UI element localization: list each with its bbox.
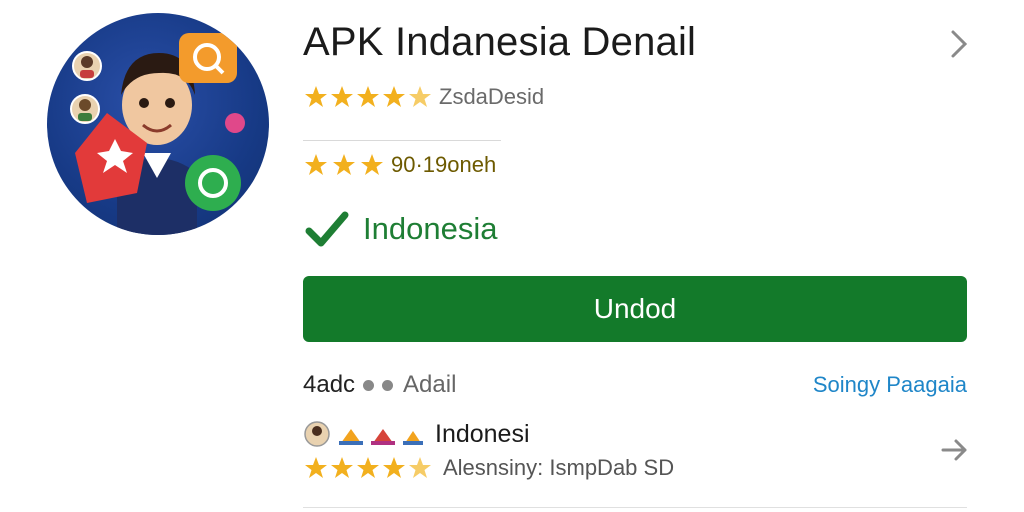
developer-name: Indonesi [435, 419, 530, 448]
developer-page-link[interactable]: Soingy Paagaia [813, 372, 967, 398]
verified-row: Indonesia [305, 209, 497, 249]
divider [303, 507, 967, 508]
app-title: APK Indanesia Denail [303, 20, 697, 64]
app-icon [47, 13, 269, 235]
developer-badges [304, 421, 423, 447]
chevron-right-icon[interactable] [946, 28, 972, 60]
developer-rating-row: Alesnsiny: IsmpDab SD [303, 453, 674, 483]
separator-dot [382, 379, 394, 391]
developer-star-rating [303, 455, 431, 481]
secondary-rating-label: 90·19oneh [391, 152, 497, 177]
verified-label: Indonesia [363, 211, 498, 246]
chevron-right-icon[interactable] [940, 436, 970, 464]
developer-row[interactable]: Indonesi [303, 418, 530, 450]
rating-row: ZsdaDesid [303, 84, 544, 110]
divider [303, 140, 501, 141]
check-icon [305, 211, 349, 247]
meta-detail: Adail [403, 371, 457, 398]
separator-dot [363, 379, 375, 391]
rating-label: ZsdaDesid [439, 84, 545, 109]
developer-rating-label: Alesnsiny: IsmpDab SD [443, 455, 675, 480]
meta-count: 4adc [303, 371, 356, 398]
install-button[interactable]: Undod [303, 276, 967, 342]
secondary-star-rating [303, 152, 387, 178]
secondary-rating-row: 90·19oneh [303, 152, 496, 178]
app-icon-artwork [70, 33, 245, 235]
star-rating [303, 84, 431, 110]
meta-row: 4adc Adail Soingy Paagaia [303, 370, 967, 400]
meta-info: 4adc Adail [303, 371, 456, 399]
